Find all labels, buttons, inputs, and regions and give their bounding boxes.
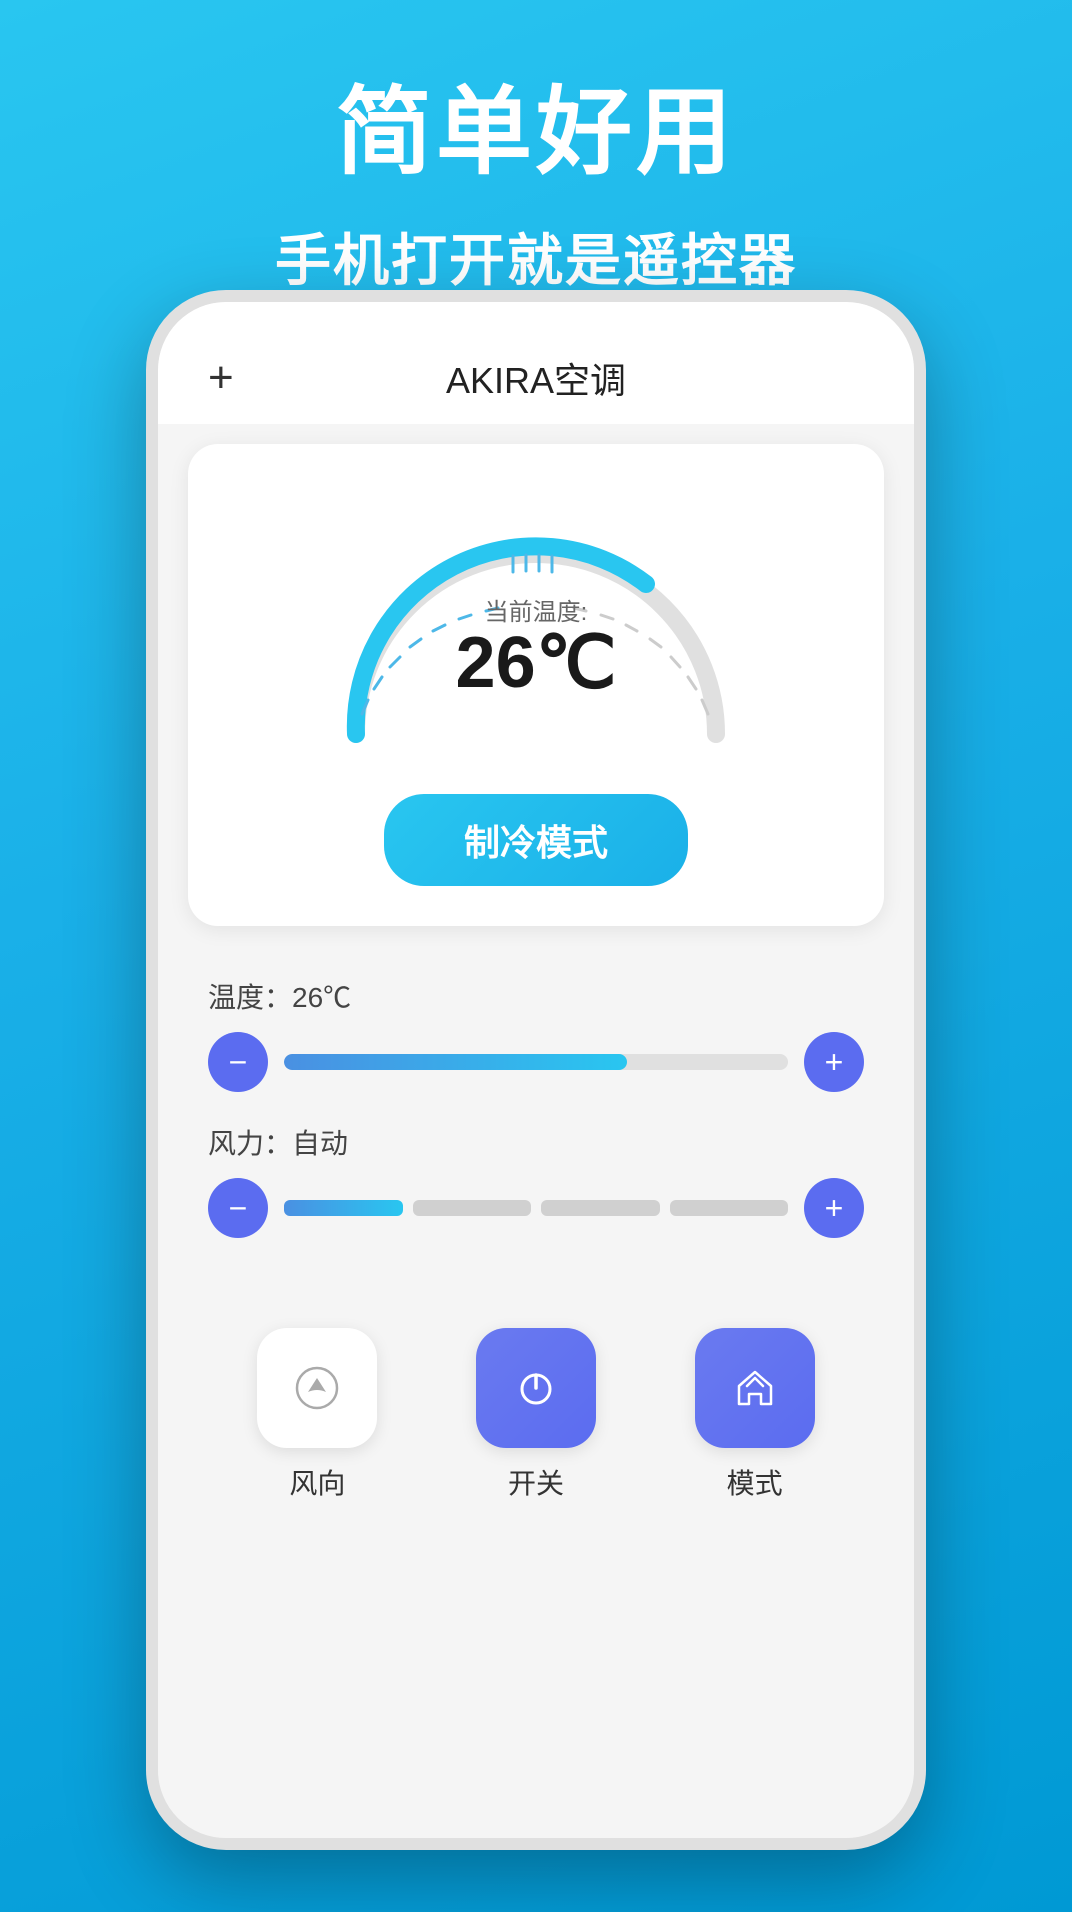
wind-seg-3: [541, 1200, 660, 1216]
controls-area: 温度：26℃ − + 风力：自动 −: [158, 946, 914, 1298]
temp-minus-button[interactable]: −: [208, 1032, 268, 1092]
temp-value: 26℃: [456, 623, 617, 703]
mode-label: 模式: [727, 1462, 783, 1502]
wind-direction-button[interactable]: [257, 1328, 377, 1448]
gauge-container: 当前温度: 26℃: [306, 484, 766, 764]
home-icon: [727, 1360, 783, 1416]
temperature-label: 温度：26℃: [208, 976, 864, 1016]
thermostat-card: 当前温度: 26℃ 制冷模式: [188, 444, 884, 926]
nav-title: AKIRA空调: [446, 352, 626, 404]
add-button[interactable]: +: [208, 353, 234, 403]
mode-button[interactable]: 制冷模式: [384, 794, 688, 886]
bottom-buttons: 风向 开关: [158, 1298, 914, 1552]
wind-seg-2: [413, 1200, 532, 1216]
wind-seg-1: [284, 1200, 403, 1216]
temperature-slider-row: − +: [208, 1032, 864, 1092]
temp-plus-button[interactable]: +: [804, 1032, 864, 1092]
temp-label: 当前温度:: [456, 592, 617, 627]
sub-title: 手机打开就是遥控器: [0, 216, 1072, 297]
nav-bar: + AKIRA空调: [158, 302, 914, 424]
temperature-slider-track[interactable]: [284, 1054, 788, 1070]
wind-segments[interactable]: [284, 1200, 788, 1216]
temperature-control-row: 温度：26℃ − +: [208, 976, 864, 1092]
power-label: 开关: [508, 1462, 564, 1502]
temperature-slider-fill: [284, 1054, 627, 1070]
wind-minus-button[interactable]: −: [208, 1178, 268, 1238]
main-title: 简单好用: [0, 80, 1072, 186]
power-icon: [508, 1360, 564, 1416]
wind-slider-row: − +: [208, 1178, 864, 1238]
wind-seg-4: [670, 1200, 789, 1216]
wind-label: 风力：自动: [208, 1122, 864, 1162]
wind-direction-button-group: 风向: [257, 1328, 377, 1502]
wind-direction-icon: [289, 1360, 345, 1416]
wind-direction-label: 风向: [289, 1462, 345, 1502]
mode-button-circle[interactable]: [695, 1328, 815, 1448]
wind-plus-button[interactable]: +: [804, 1178, 864, 1238]
phone-mockup: + AKIRA空调: [146, 290, 926, 1850]
temp-display: 当前温度: 26℃: [456, 592, 617, 699]
power-button[interactable]: [476, 1328, 596, 1448]
power-button-group: 开关: [476, 1328, 596, 1502]
mode-button-group: 模式: [695, 1328, 815, 1502]
wind-control-row: 风力：自动 − +: [208, 1122, 864, 1238]
